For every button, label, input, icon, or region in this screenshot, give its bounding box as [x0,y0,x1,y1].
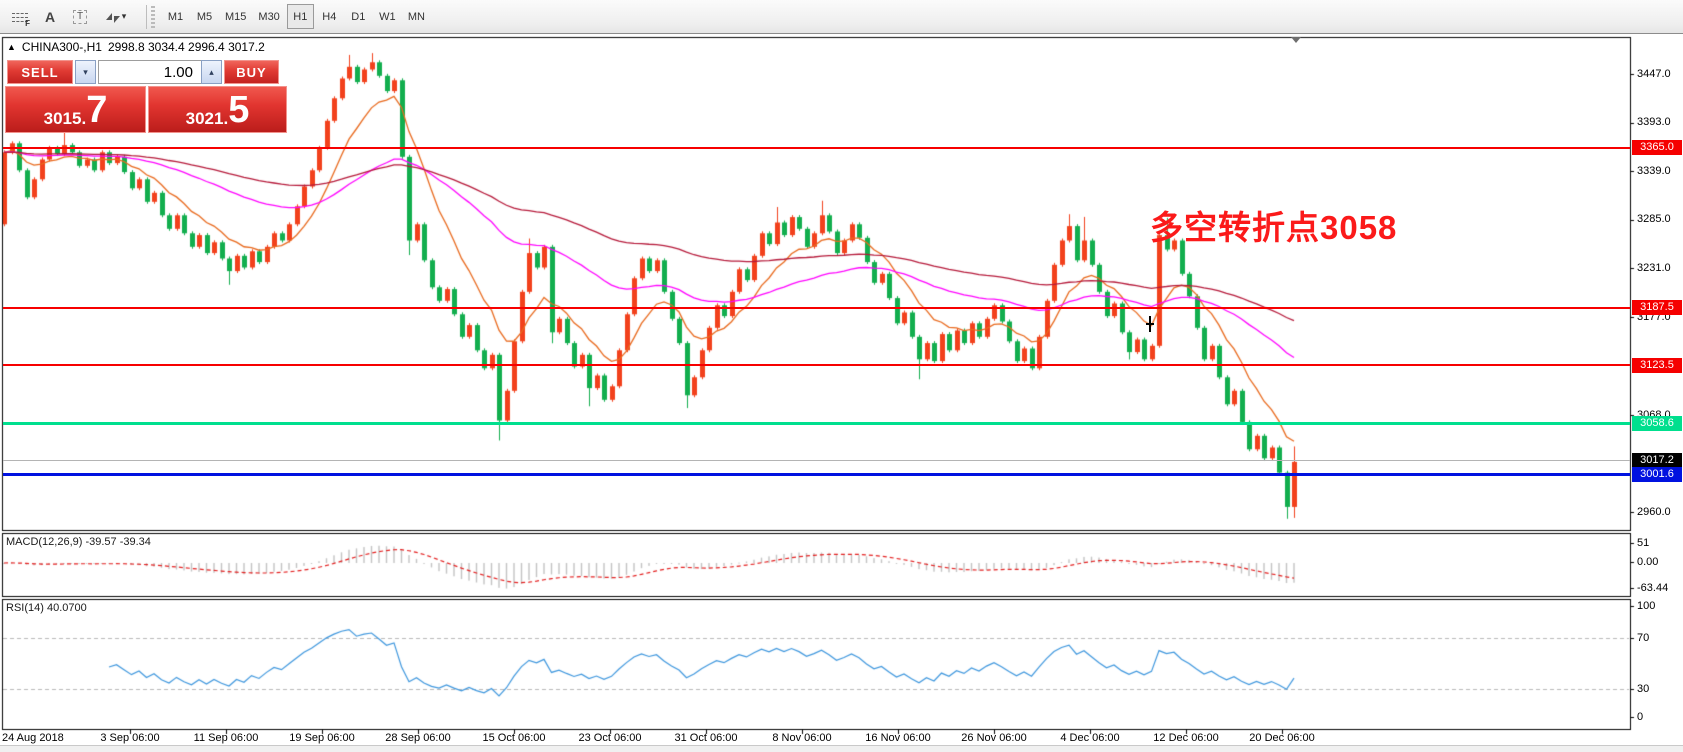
one-click-trading-panel: SELL ▾ ▴ BUY 3015.7 3021.5 [5,60,289,133]
price-tick-3339.0: 3339.0 [1637,164,1671,177]
sell-price-display[interactable]: 3015. 7 [5,86,146,133]
price-badge-3058.6: 3058.6 [1632,416,1682,432]
price-badge-3001.6: 3001.6 [1632,467,1682,483]
trading-platform-window: F A T ▾ M1M5M15M30H1H4D1W1MN ▲ CHINA300-… [0,0,1683,752]
chart-shift-marker[interactable] [1291,37,1301,43]
chart-annotation-text[interactable]: 多空转折点3058 [1150,201,1397,249]
buy-price-frac: 5 [228,88,250,131]
time-label: 31 Oct 06:00 [674,732,738,744]
time-label: 12 Dec 06:00 [1153,732,1219,744]
time-label: 16 Nov 06:00 [865,732,931,744]
time-label: 23 Oct 06:00 [578,732,642,744]
rsi-axis-tick-30: 30 [1637,682,1650,695]
hline-3187.5[interactable] [3,306,1630,309]
time-label: 11 Sep 06:00 [193,732,259,744]
time-label: 28 Sep 06:00 [385,732,451,744]
volume-input[interactable] [98,60,201,84]
time-label: 24 Aug 2018 [2,732,64,744]
symbol-arrow-icon: ▲ [7,42,16,52]
time-label: 8 Nov 06:00 [772,732,832,744]
macd-label: MACD(12,26,9) -39.57 -39.34 [6,536,151,548]
price-tick-3231.0: 3231.0 [1637,261,1671,274]
time-label: 3 Sep 06:00 [100,732,160,744]
rsi-axis-tick-100: 100 [1637,599,1656,612]
time-label: 20 Dec 06:00 [1249,732,1315,744]
price-badge-3187.5: 3187.5 [1632,300,1682,316]
buy-price-display[interactable]: 3021. 5 [148,86,287,133]
hline-3058.6[interactable] [3,422,1630,426]
rsi-axis-tick-0: 0 [1637,710,1644,723]
hline-3123.5[interactable] [3,364,1630,367]
caret-down-icon: ▾ [83,66,88,77]
price-badge-3017.2: 3017.2 [1632,453,1682,469]
hline-3001.6[interactable] [3,473,1630,477]
price-tick-2960.0: 2960.0 [1637,505,1671,518]
time-label: 19 Sep 06:00 [289,732,355,744]
price-tick-3393.0: 3393.0 [1637,116,1671,129]
symbol-header: ▲ CHINA300-,H1 2998.8 3034.4 2996.4 3017… [7,40,265,54]
time-label: 15 Oct 06:00 [482,732,546,744]
symbol-name: CHINA300-,H1 [21,40,102,54]
macd-axis-tick-51: 51 [1637,536,1650,549]
rsi-axis-tick-70: 70 [1637,631,1650,644]
hline-3017.2[interactable] [3,460,1630,462]
volume-decrease-button[interactable]: ▾ [75,60,96,84]
macd-axis-tick--63.44: -63.44 [1637,581,1669,594]
sell-price-frac: 7 [86,88,108,131]
buy-button[interactable]: BUY [224,60,279,84]
sell-price-int: 3015 [43,108,82,128]
time-label: 26 Nov 06:00 [961,732,1027,744]
buy-price-int: 3021 [185,108,224,128]
price-tick-3447.0: 3447.0 [1637,67,1671,80]
hline-3365[interactable] [3,146,1630,149]
time-label: 4 Dec 06:00 [1060,732,1120,744]
rsi-label: RSI(14) 40.0700 [6,602,87,614]
macd-axis-tick-0.00: 0.00 [1637,555,1659,568]
price-badge-3123.5: 3123.5 [1632,357,1682,373]
symbol-ohlc: 2998.8 3034.4 2996.4 3017.2 [107,40,265,54]
price-badge-3365.0: 3365.0 [1632,140,1682,156]
price-tick-3285.0: 3285.0 [1637,213,1671,226]
volume-increase-button[interactable]: ▴ [201,60,222,84]
sell-button[interactable]: SELL [7,60,73,84]
caret-up-icon: ▴ [209,66,214,77]
